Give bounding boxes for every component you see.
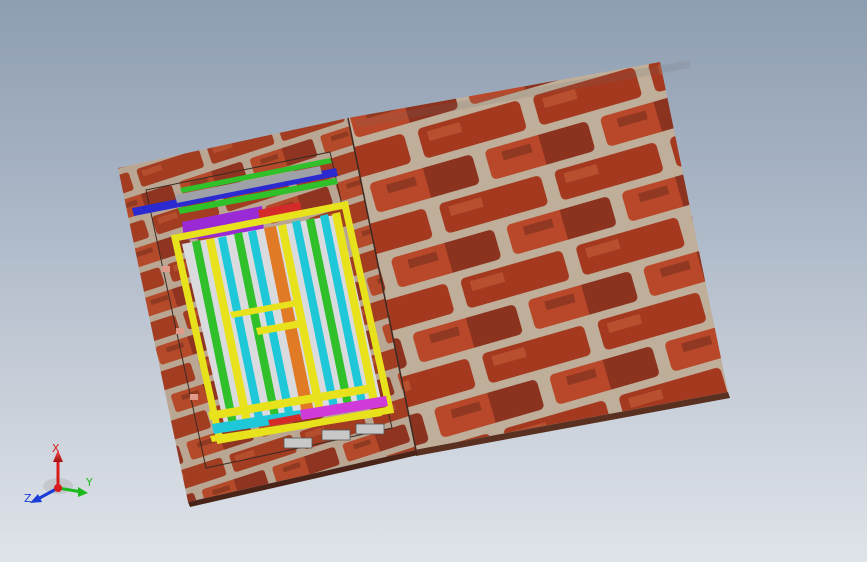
z-axis-label: Z	[24, 492, 32, 505]
cad-viewport[interactable]	[0, 0, 867, 562]
x-axis-label: X	[52, 442, 60, 455]
orientation-triad[interactable]: X Y Z	[22, 440, 102, 510]
y-axis-label: Y	[85, 476, 93, 489]
z-axis-arrowhead	[30, 494, 42, 503]
triad-origin	[54, 484, 62, 492]
